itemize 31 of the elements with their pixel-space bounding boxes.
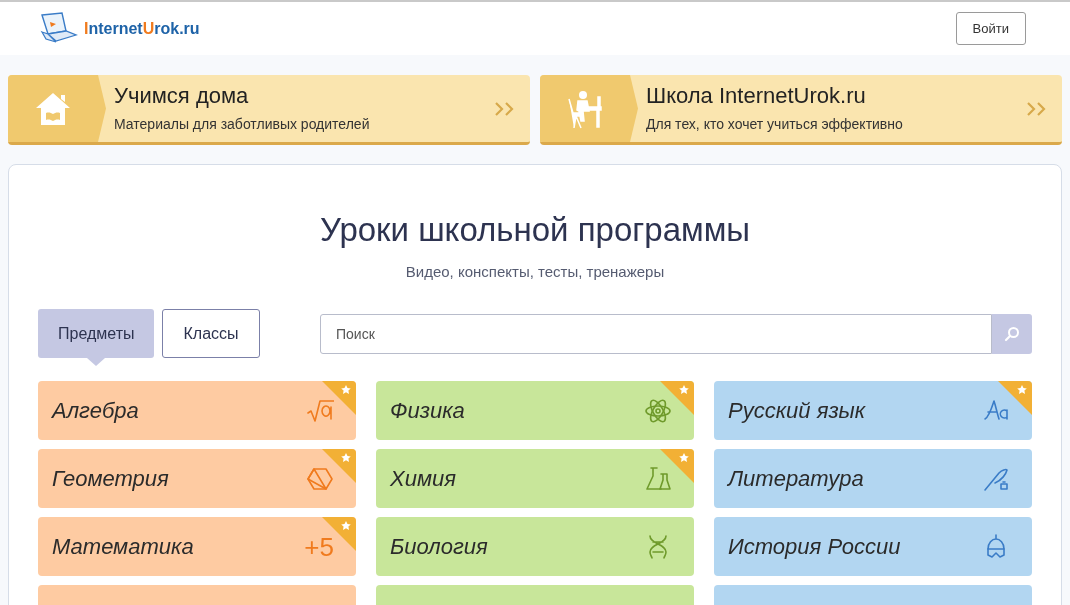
site-logo[interactable]: InternetUrok.ru	[84, 16, 200, 41]
plus-five-label: +5	[304, 533, 334, 560]
search-field[interactable]: Поиск	[320, 314, 992, 354]
subject-name: Математика	[52, 533, 194, 561]
tab[interactable]: Классы	[162, 309, 260, 358]
subject-name: Химия	[390, 465, 456, 493]
subject-name: Физика	[390, 397, 465, 425]
subject-name: Алгебра	[52, 397, 139, 425]
subject-card[interactable]: Математика +5	[38, 517, 356, 576]
banner-subtitle: Материалы для заботливых родителей	[114, 114, 371, 134]
subject-name: Биология	[390, 533, 488, 561]
subject-card[interactable]: Геометрия	[38, 449, 356, 508]
banner-title: Школа InternetUrok.ru	[646, 82, 867, 110]
promo-banner[interactable]: Школа InternetUrok.ru Для тех, кто хочет учиться эффективно	[540, 75, 1062, 145]
section-subtitle: Видео, конспекты, тесты, тренажеры	[405, 261, 665, 282]
subject-card[interactable]: Химия	[376, 449, 694, 508]
promo-banner[interactable]: Учимся дома Материалы для заботливых родителей	[8, 75, 530, 145]
subject-card[interactable]: Литература	[714, 449, 1032, 508]
subject-card[interactable]: Алгебра	[38, 381, 356, 440]
banner-subtitle: Для тех, кто хочет учиться эффективно	[646, 114, 904, 134]
banner-title: Учимся дома	[114, 82, 250, 110]
subject-card[interactable]: Биология	[376, 517, 694, 576]
subject-name: Литература	[728, 465, 864, 493]
subject-card[interactable]: История России	[714, 517, 1032, 576]
section-title: Уроки школьной программы	[319, 210, 751, 250]
subject-name: Геометрия	[52, 465, 169, 493]
subject-card[interactable]: Физика	[376, 381, 694, 440]
subject-name: История России	[728, 533, 901, 561]
subject-card[interactable]: Русский язык	[714, 381, 1032, 440]
subject-name: Русский язык	[728, 397, 866, 425]
login-button[interactable]: Войти	[955, 12, 1026, 45]
